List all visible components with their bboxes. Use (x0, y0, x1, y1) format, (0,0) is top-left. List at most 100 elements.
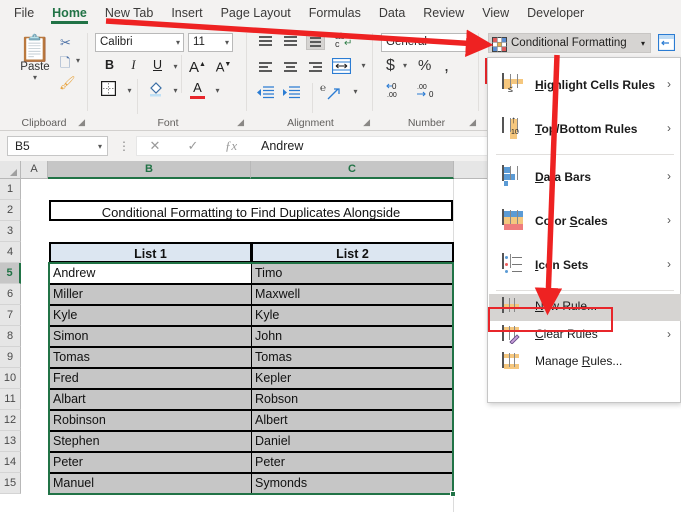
fill-color-icon[interactable] (147, 80, 164, 97)
alignment-dialog-launcher[interactable]: ◢ (363, 117, 370, 128)
menu-item-icon-sets[interactable]: Icon Sets › (489, 244, 681, 288)
row-header-11[interactable]: 11 (0, 389, 21, 410)
table-header-list1[interactable]: List 1 (49, 242, 252, 263)
row-header-7[interactable]: 7 (0, 305, 21, 326)
increase-font-size-button[interactable]: A▲ (189, 56, 206, 76)
row-header-4[interactable]: 4 (0, 242, 21, 263)
name-box[interactable]: B5 ▾ (7, 136, 108, 156)
menu-item-color-scales[interactable]: Color Scales › (489, 200, 681, 244)
table-cell-b10[interactable]: Fred (49, 368, 252, 389)
table-cell-b8[interactable]: Simon (49, 326, 252, 347)
table-cell-c5[interactable]: Timo (251, 263, 454, 284)
confirm-icon[interactable]: ✓ (180, 136, 206, 156)
merge-chevron-down-icon[interactable]: ▾ (354, 61, 373, 78)
percent-style-button[interactable]: % (418, 57, 431, 74)
table-cell-b11[interactable]: Albart (49, 389, 252, 410)
table-cell-c8[interactable]: John (251, 326, 454, 347)
table-cell-b6[interactable]: Miller (49, 284, 252, 305)
table-cell-c6[interactable]: Maxwell (251, 284, 454, 305)
format-painter-icon[interactable]: 🖌 (59, 75, 76, 91)
font-dialog-launcher[interactable]: ◢ (237, 117, 244, 128)
menu-item-manage-rules[interactable]: Manage Rules... (489, 349, 681, 376)
align-top-button[interactable] (256, 34, 275, 51)
font-size-input[interactable]: 11 ▾ (188, 33, 233, 52)
number-format-select[interactable]: General ▾ (381, 33, 471, 52)
menu-item-highlight-cells-rules[interactable]: ≤ Highlight Cells Rules › (489, 64, 681, 108)
row-header-6[interactable]: 6 (0, 284, 21, 305)
table-cell-c13[interactable]: Daniel (251, 431, 454, 452)
row-header-8[interactable]: 8 (0, 326, 21, 347)
tab-view[interactable]: View (473, 0, 518, 27)
underline-button[interactable]: U (149, 57, 166, 74)
menu-item-data-bars[interactable]: Data Bars › (489, 156, 681, 200)
decrease-decimal-icon[interactable]: 0 .00 (385, 81, 407, 98)
tab-review[interactable]: Review (414, 0, 473, 27)
orientation-chevron-down-icon[interactable]: ▾ (346, 87, 365, 104)
row-header-2[interactable]: 2 (0, 200, 21, 221)
font-color-icon[interactable]: A (189, 79, 206, 99)
table-header-list2[interactable]: List 2 (251, 242, 454, 263)
tab-home[interactable]: Home (43, 0, 96, 27)
table-cell-c15[interactable]: Symonds (251, 473, 454, 494)
align-left-button[interactable] (256, 60, 275, 77)
menu-item-top-bottom-rules[interactable]: ↑ 10 Top/Bottom Rules › (489, 108, 681, 152)
column-header-a[interactable]: A (21, 161, 48, 179)
title-cell[interactable]: Conditional Formatting to Find Duplicate… (49, 200, 453, 221)
fill-handle[interactable] (450, 491, 456, 497)
number-dialog-launcher[interactable]: ◢ (469, 117, 476, 128)
accounting-chevron-down-icon[interactable]: ▾ (403, 61, 407, 70)
row-header-15[interactable]: 15 (0, 473, 21, 494)
accounting-format-button[interactable]: $ (386, 57, 395, 75)
tab-data[interactable]: Data (370, 0, 414, 27)
scissors-icon[interactable]: ✂ (60, 35, 71, 51)
row-header-3[interactable]: 3 (0, 221, 21, 242)
italic-button[interactable]: I (125, 57, 142, 74)
name-box-chevron-down-icon[interactable]: ▾ (98, 137, 102, 156)
row-header-14[interactable]: 14 (0, 452, 21, 473)
align-center-button[interactable] (281, 60, 300, 77)
table-cell-b12[interactable]: Robinson (49, 410, 252, 431)
format-as-table-icon[interactable] (658, 34, 675, 51)
table-cell-c10[interactable]: Kepler (251, 368, 454, 389)
cancel-icon[interactable]: ✕ (142, 136, 168, 156)
row-header-5[interactable]: 5 (0, 263, 21, 284)
insert-function-icon[interactable]: ƒx (218, 136, 244, 156)
bold-button[interactable]: B (101, 57, 118, 74)
table-cell-b15[interactable]: Manuel (49, 473, 252, 494)
table-cell-b14[interactable]: Peter (49, 452, 252, 473)
borders-chevron-down-icon[interactable]: ▾ (121, 82, 138, 99)
font-name-chevron-down-icon[interactable]: ▾ (176, 34, 180, 51)
clipboard-dialog-launcher[interactable]: ◢ (78, 117, 85, 128)
paste-chevron-down-icon[interactable]: ▾ (12, 73, 58, 82)
tab-file[interactable]: File (0, 0, 43, 27)
tab-insert[interactable]: Insert (162, 0, 211, 27)
select-all-button[interactable] (0, 161, 21, 179)
table-cell-c12[interactable]: Albert (251, 410, 454, 431)
table-cell-c9[interactable]: Tomas (251, 347, 454, 368)
align-middle-button[interactable] (281, 34, 300, 51)
table-cell-b13[interactable]: Stephen (49, 431, 252, 452)
table-cell-b7[interactable]: Kyle (49, 305, 252, 326)
align-right-button[interactable] (306, 60, 325, 77)
row-header-9[interactable]: 9 (0, 347, 21, 368)
tab-new-tab[interactable]: New Tab (96, 0, 162, 27)
borders-icon[interactable] (101, 81, 118, 98)
copy-icon[interactable]: 🗋 (60, 54, 70, 76)
column-header-b[interactable]: B (48, 161, 251, 179)
row-header-1[interactable]: 1 (0, 179, 21, 200)
column-header-c[interactable]: C (251, 161, 454, 179)
conditional-formatting-chevron-down-icon[interactable]: ▾ (641, 34, 645, 53)
table-cell-b9[interactable]: Tomas (49, 347, 252, 368)
font-size-chevron-down-icon[interactable]: ▾ (225, 34, 229, 51)
decrease-font-size-button[interactable]: A▼ (215, 56, 232, 74)
table-cell-b5[interactable]: Andrew (49, 263, 252, 284)
font-name-input[interactable]: Calibri ▾ (95, 33, 184, 52)
row-header-13[interactable]: 13 (0, 431, 21, 452)
tab-page-layout[interactable]: Page Layout (212, 0, 300, 27)
font-color-chevron-down-icon[interactable]: ▾ (209, 82, 226, 99)
table-cell-c11[interactable]: Robson (251, 389, 454, 410)
increase-decimal-icon[interactable]: .00 0 (415, 81, 437, 98)
tab-developer[interactable]: Developer (518, 0, 593, 27)
merge-and-center-icon[interactable] (332, 58, 352, 75)
orientation-icon[interactable]: ℮ (320, 83, 342, 102)
